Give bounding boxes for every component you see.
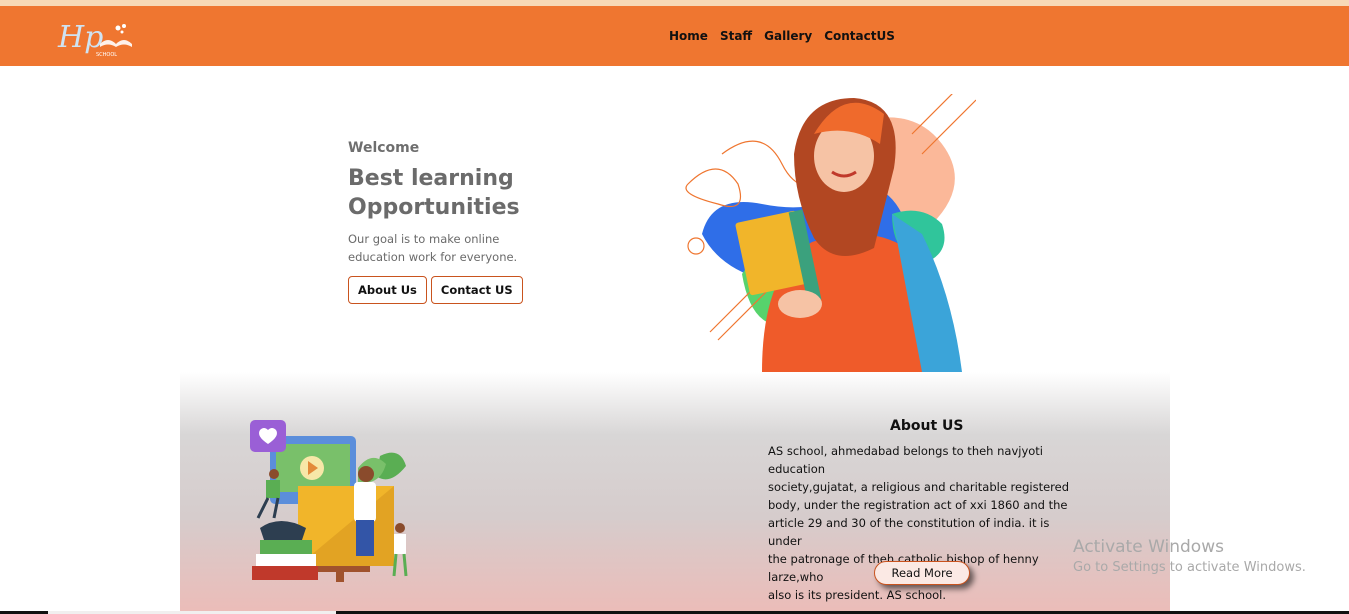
hero-headline: Best learning Opportunities bbox=[348, 166, 520, 220]
navbar: Hp SCHOOL Home Staff Gallery ContactUS bbox=[0, 6, 1349, 66]
contact-us-button[interactable]: Contact US bbox=[430, 276, 523, 304]
nav-home[interactable]: Home bbox=[669, 29, 708, 43]
nav-contact[interactable]: ContactUS bbox=[824, 29, 895, 43]
about-line: article 29 and 30 of the constitution of… bbox=[768, 516, 1050, 548]
about-line: AS school, ahmedabad belongs to theh nav… bbox=[768, 444, 1044, 476]
nav-staff[interactable]: Staff bbox=[720, 29, 752, 43]
hero-tagline: Our goal is to make online education wor… bbox=[348, 232, 518, 264]
hero-text: Welcome Best learning Opportunities Our … bbox=[348, 140, 608, 266]
student-illustration bbox=[682, 94, 976, 372]
about-line: body, under the registration act of xxi … bbox=[768, 498, 1068, 512]
watermark-title: Activate Windows bbox=[1073, 537, 1224, 557]
svg-text:Hp: Hp bbox=[57, 20, 103, 55]
about-us-button[interactable]: About Us bbox=[348, 276, 427, 304]
about-section: About US AS school, ahmedabad belongs to… bbox=[180, 372, 1170, 614]
hero-welcome: Welcome bbox=[348, 140, 420, 156]
watermark-subtitle: Go to Settings to activate Windows. bbox=[1073, 560, 1306, 575]
school-logo[interactable]: Hp SCHOOL bbox=[56, 14, 140, 60]
activate-windows-watermark: Activate Windows Go to Settings to activ… bbox=[1073, 537, 1306, 575]
about-line: also is its president. AS school. bbox=[768, 588, 946, 602]
read-more-button[interactable]: Read More bbox=[874, 561, 970, 585]
hero-buttons: About Us Contact US bbox=[348, 276, 523, 304]
elearning-illustration bbox=[230, 416, 420, 584]
main-nav: Home Staff Gallery ContactUS bbox=[669, 29, 895, 43]
svg-text:SCHOOL: SCHOOL bbox=[96, 52, 117, 58]
nav-gallery[interactable]: Gallery bbox=[764, 29, 812, 43]
about-line: society,gujatat, a religious and charita… bbox=[768, 480, 1070, 494]
about-title: About US bbox=[890, 418, 964, 434]
